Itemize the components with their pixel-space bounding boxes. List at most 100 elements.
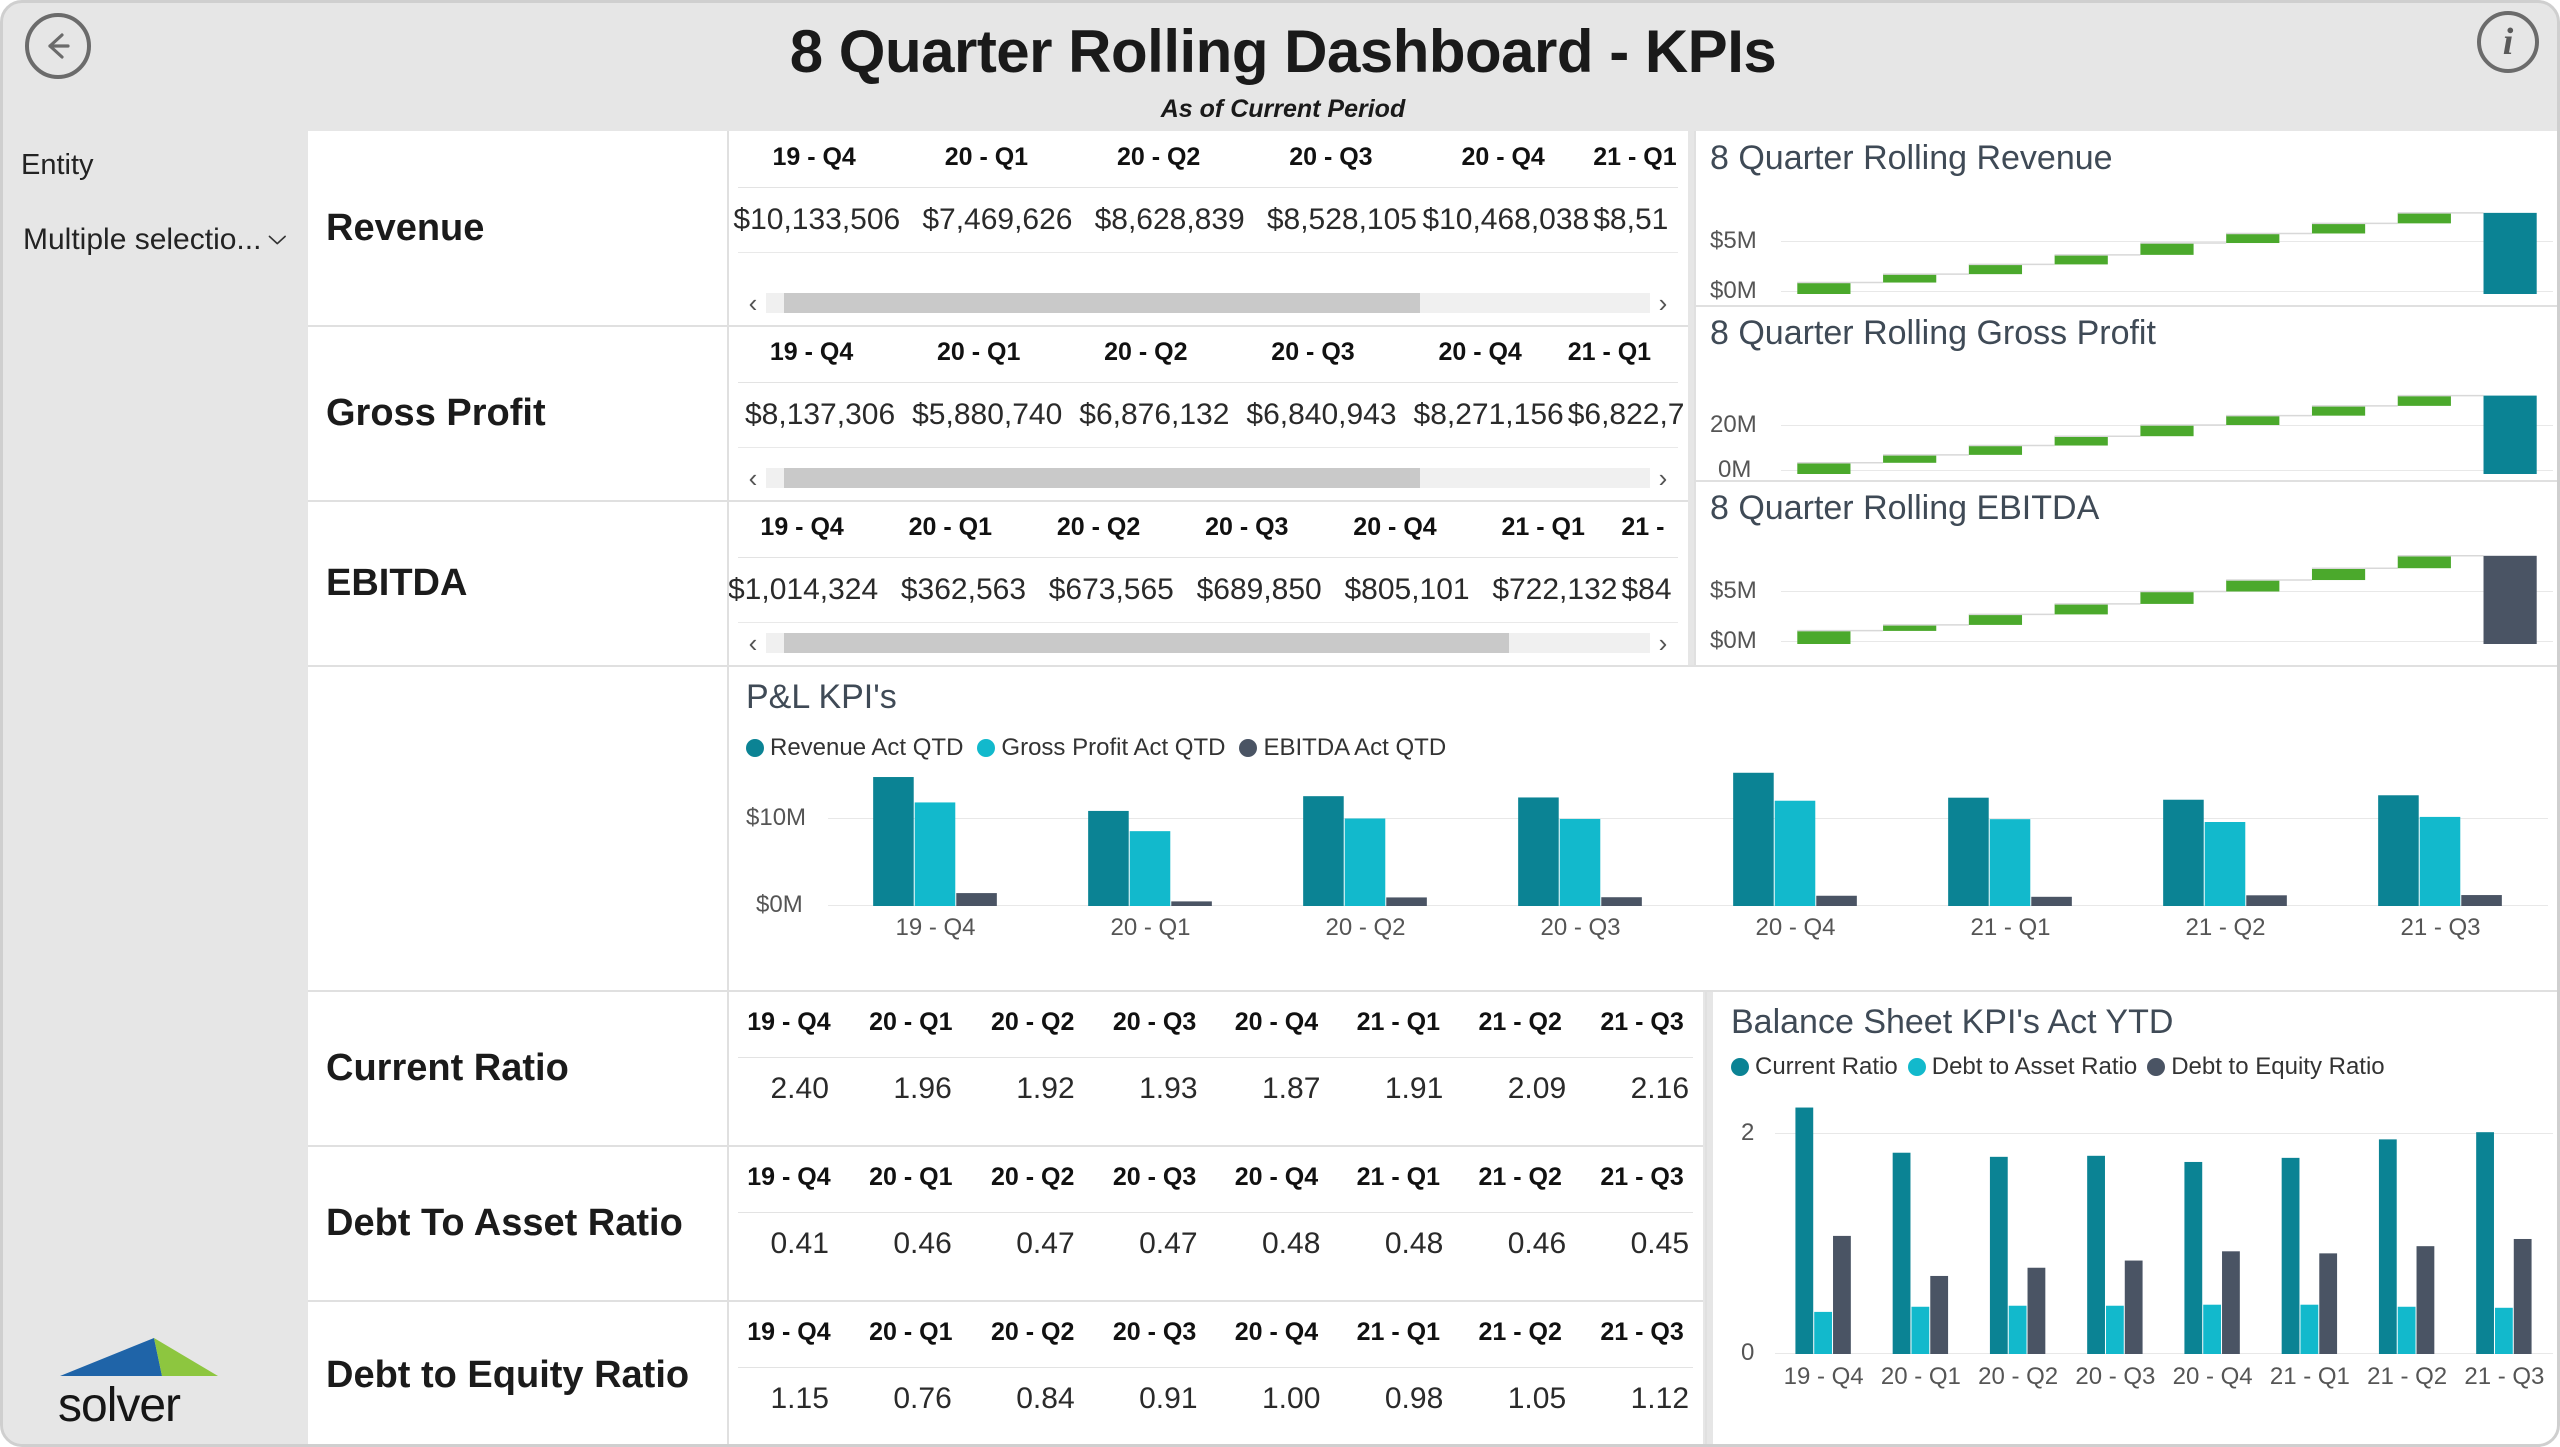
table-cell: $5,880,740 — [912, 398, 1063, 431]
scroll-left-icon[interactable]: ‹ — [740, 290, 766, 316]
scrollbar-thumb[interactable] — [783, 633, 1509, 653]
legend-label: EBITDA Act QTD — [1263, 734, 1447, 761]
table-cell: 2.16 — [1630, 1072, 1689, 1105]
x-axis-labels: 19 - Q4 20 - Q1 20 - Q2 20 - Q3 20 - Q4 21 - … — [1775, 1363, 2553, 1391]
chart-title: P&L KPI's — [746, 678, 897, 716]
column-header: 20 - Q2 — [991, 1007, 1075, 1036]
legend-item[interactable]: Current Ratio — [1731, 1053, 1898, 1081]
column-header: 21 - Q3 — [1600, 1162, 1684, 1191]
table-cell: 0.46 — [893, 1227, 952, 1260]
legend-swatch-icon — [2147, 1058, 2166, 1076]
divider — [727, 131, 729, 1444]
table-cell: $10,468,038 — [1422, 203, 1590, 236]
chart-rolling-revenue: 8 Quarter Rolling Revenue $5M $0M — [1696, 131, 2557, 306]
column-header: 20 - Q4 — [1234, 1317, 1319, 1346]
x-axis-tick: 21 - Q1 — [1970, 914, 2051, 941]
table-header-row: 19 - Q4 20 - Q1 20 - Q2 20 - Q3 20 - Q4 … — [728, 131, 1688, 183]
column-header: 20 - Q4 — [1234, 1007, 1319, 1036]
x-axis-tick: 19 - Q4 — [895, 914, 976, 941]
table-header-row: 19 - Q4 20 - Q1 20 - Q2 20 - Q3 20 - Q4 … — [728, 501, 1688, 553]
column-header: 20 - Q3 — [1112, 1162, 1197, 1191]
divider — [308, 665, 2557, 667]
column-header: 21 - Q1 — [1501, 512, 1585, 541]
table-row: $8,137,306 $5,880,740 $6,876,132 $6,840,… — [728, 383, 1688, 447]
ratio-table-debt-to-equity: 19 - Q4 20 - Q1 20 - Q2 20 - Q3 20 - Q4 … — [728, 1301, 1703, 1444]
legend-item[interactable]: Debt to Asset Ratio — [1907, 1053, 2138, 1081]
column-header: 20 - Q4 — [1461, 142, 1545, 171]
column-header: 20 - Q1 — [944, 142, 1029, 171]
scroll-left-icon[interactable]: ‹ — [740, 465, 766, 491]
column-header: 21 - Q2 — [1478, 1007, 1562, 1036]
legend-label: Debt to Asset Ratio — [1931, 1053, 2138, 1080]
ratio-table-debt-to-asset: 19 - Q4 20 - Q1 20 - Q2 20 - Q3 20 - Q4 … — [728, 1146, 1703, 1301]
legend-swatch-icon — [746, 739, 764, 757]
legend-item[interactable]: Revenue Act QTD — [746, 734, 963, 762]
table-row: 2.40 1.96 1.92 1.93 1.87 1.91 2.09 2.16 — [728, 1058, 1703, 1120]
scrollbar-track[interactable] — [766, 468, 1650, 488]
metric-table-ebitda: 19 - Q4 20 - Q1 20 - Q2 20 - Q3 20 - Q4 … — [728, 501, 1688, 666]
scroll-right-icon[interactable]: › — [1650, 290, 1676, 316]
table-header-row: 19 - Q4 20 - Q1 20 - Q2 20 - Q3 20 - Q4 … — [728, 326, 1688, 378]
horizontal-scrollbar-gross-profit[interactable]: ‹ › — [740, 465, 1676, 491]
chart-pnl-kpis: P&L KPI's Revenue Act QTD Gross Profit A… — [728, 666, 2557, 991]
ratio-label-debt-to-equity: Debt to Equity Ratio — [326, 1354, 690, 1396]
info-icon: i — [2502, 21, 2514, 63]
chart-legend: Revenue Act QTD Gross Profit Act QTD EBI… — [746, 734, 1446, 762]
waterfall-plot — [1797, 394, 2537, 474]
table-cell: 1.87 — [1261, 1072, 1321, 1105]
x-axis-tick: 20 - Q2 — [1978, 1363, 2059, 1390]
legend-label: Revenue Act QTD — [770, 734, 964, 761]
metric-table-revenue: 19 - Q4 20 - Q1 20 - Q2 20 - Q3 20 - Q4 … — [728, 131, 1688, 326]
scrollbar-thumb[interactable] — [783, 468, 1421, 488]
table-cell: 1.15 — [770, 1382, 829, 1415]
table-cell: $8,51 — [1593, 203, 1669, 236]
table-row: 0.41 0.46 0.47 0.47 0.48 0.48 0.46 0.45 — [728, 1213, 1703, 1275]
scroll-right-icon[interactable]: › — [1650, 465, 1676, 491]
legend-item[interactable]: EBITDA Act QTD — [1239, 734, 1446, 762]
table-cell: 0.76 — [893, 1382, 952, 1415]
scrollbar-thumb[interactable] — [783, 293, 1421, 313]
x-axis-tick: 19 - Q4 — [1783, 1363, 1864, 1390]
table-cell: $1,014,324 — [728, 573, 879, 606]
info-button[interactable]: i — [2477, 11, 2539, 73]
page-subtitle: As of Current Period — [1160, 95, 1406, 123]
scrollbar-track[interactable] — [766, 633, 1650, 653]
x-axis-tick: 21 - Q3 — [2400, 914, 2481, 941]
scroll-right-icon[interactable]: › — [1650, 630, 1676, 656]
legend-label: Gross Profit Act QTD — [1001, 734, 1226, 761]
table-cell: 1.05 — [1507, 1382, 1567, 1415]
column-header: 21 - Q3 — [1600, 1007, 1684, 1036]
solver-logo-text: solver — [58, 1379, 181, 1432]
table-cell: $7,469,626 — [922, 203, 1073, 236]
column-header: 20 - Q2 — [991, 1162, 1075, 1191]
scrollbar-track[interactable] — [766, 293, 1650, 313]
metric-label-ebitda: EBITDA — [326, 562, 468, 604]
legend-item[interactable]: Gross Profit Act QTD — [977, 734, 1225, 762]
scroll-left-icon[interactable]: ‹ — [740, 630, 766, 656]
legend-item[interactable]: Debt to Equity Ratio — [2147, 1053, 2385, 1081]
horizontal-scrollbar-revenue[interactable]: ‹ › — [740, 290, 1676, 316]
pnl-label-spacer — [308, 666, 728, 991]
table-cell: 0.48 — [1261, 1227, 1321, 1260]
column-header: 20 - Q3 — [1205, 512, 1289, 541]
chart-rolling-gross-profit: 8 Quarter Rolling Gross Profit 20M 0M — [1696, 306, 2557, 483]
y-axis-tick: $10M — [746, 804, 807, 831]
metric-label-panel-gross-profit: Gross Profit — [308, 326, 728, 501]
column-header: 19 - Q4 — [772, 142, 856, 171]
header: 8 Quarter Rolling Dashboard - KPIs As of… — [3, 3, 2557, 131]
table-cell: $8,271,156 — [1413, 398, 1564, 431]
table-header-row: 19 - Q4 20 - Q1 20 - Q2 20 - Q3 20 - Q4 … — [728, 1301, 1703, 1363]
entity-filter-dropdown[interactable]: Multiple selectio... — [23, 219, 288, 261]
divider — [738, 622, 1678, 623]
divider — [308, 325, 1688, 327]
table-cell: $6,822,7 — [1567, 398, 1685, 431]
y-axis-tick: $0M — [756, 891, 803, 918]
horizontal-scrollbar-ebitda[interactable]: ‹ › — [740, 630, 1676, 656]
column-header: 20 - Q4 — [1353, 512, 1437, 541]
entity-filter-value: Multiple selectio... — [23, 223, 262, 256]
divider — [308, 1145, 1703, 1147]
y-axis-tick: 0 — [1741, 1339, 1755, 1366]
table-cell: $8,528,105 — [1266, 203, 1417, 236]
table-row: 1.15 0.76 0.84 0.91 1.00 0.98 1.05 1.12 — [728, 1368, 1703, 1430]
table-cell: 1.92 — [1016, 1072, 1075, 1105]
